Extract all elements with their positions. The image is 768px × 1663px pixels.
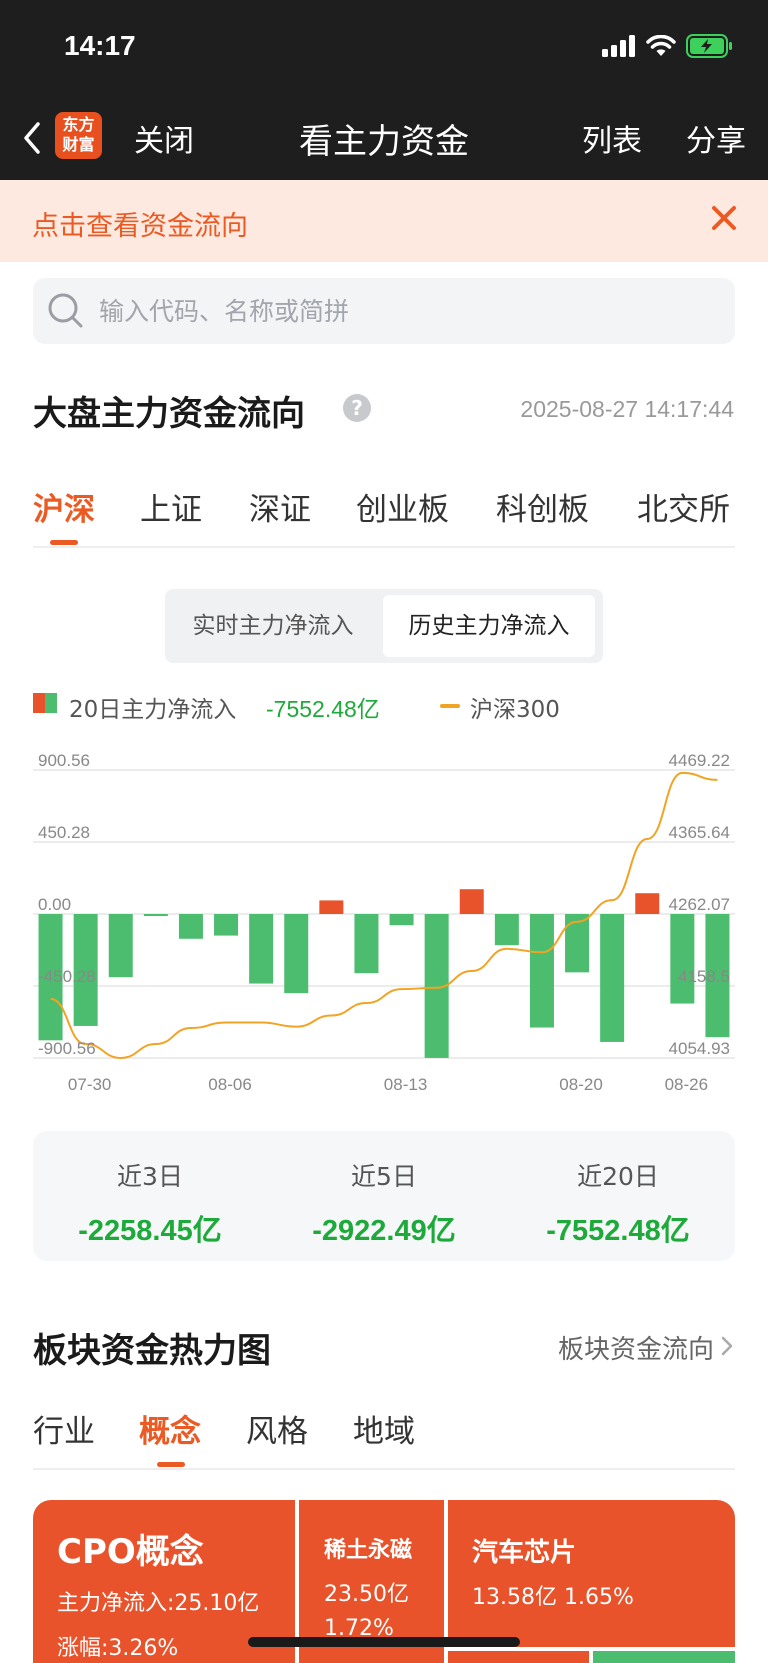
y-right-tick-label: 4054.93 [669,1039,730,1058]
y-left-tick-label: -900.56 [38,1039,96,1058]
flow-bar [354,914,379,974]
flow-bar [319,900,344,914]
tab-shenzheng[interactable]: 深证 [249,484,311,529]
flow-bar [108,914,133,978]
summary-5day-label: 近5日 [351,1162,417,1191]
flow-chart[interactable]: 900.56 450.28 0.00 -450.28 -900.56 4469.22 436… [0,740,768,1100]
flow-bar [284,914,309,994]
y-right-tick-label: 4365.64 [669,823,730,842]
tab-kechuangban[interactable]: 科创板 [496,484,589,529]
flow-summary: 近3日 -2258.45亿 近5日 -2922.49亿 近20日 -7552.4… [33,1131,735,1261]
tab-industry[interactable]: 行业 [33,1406,95,1451]
tab-style[interactable]: 风格 [246,1406,308,1451]
home-indicator [248,1637,520,1647]
legend-series1-value: -7552.48亿 [266,696,380,722]
help-icon[interactable]: ? [343,394,371,422]
tile-net-inflow: 主力净流入:25.10亿 [57,1591,260,1616]
y-left-tick-label: 0.00 [38,895,71,914]
notice-banner[interactable]: 点击查看资金流向 [0,180,768,262]
heat-tab-active-indicator [157,1462,185,1467]
flow-bar [143,914,168,916]
heatmap-title: 板块资金热力图 [33,1331,271,1371]
tab-concept[interactable]: 概念 [139,1406,201,1451]
heatmap-tile-red-small[interactable] [448,1651,589,1663]
summary-3day: 近3日 -2258.45亿 [33,1131,267,1249]
chevron-right-icon[interactable] [720,1334,734,1358]
update-timestamp: 2025-08-27 14:17:44 [520,396,734,422]
legend-series1-label: 20日主力净流入 [69,697,237,723]
summary-20day: 近20日 -7552.48亿 [501,1131,735,1249]
y-right-tick-label: 4158.5 [678,967,730,986]
summary-3day-value: -2258.45亿 [78,1215,222,1247]
chart-legend: 20日主力净流入 -7552.48亿 沪深300 [33,690,735,723]
flow-bar [529,914,554,1028]
x-tick-label: 08-26 [665,1075,708,1094]
heatmap-tile-green-small[interactable] [593,1651,735,1663]
flow-bar [494,914,519,946]
tab-active-indicator [50,540,78,545]
nav-bar: 东方 财富 关闭 看主力资金 列表 分享 [0,96,768,180]
flow-bar [670,914,695,1004]
tab-region[interactable]: 地域 [353,1406,415,1451]
flow-mode-toggle: 实时主力净流入 历史主力净流入 [165,589,603,663]
legend-series2-label: 沪深300 [470,697,560,723]
tab-hushen[interactable]: 沪深 [33,484,95,529]
search-bar[interactable] [33,278,735,344]
history-flow-option[interactable]: 历史主力净流入 [383,595,595,657]
banner-close-icon[interactable] [708,202,740,234]
x-tick-label: 08-06 [208,1075,251,1094]
list-button[interactable]: 列表 [582,116,642,160]
tab-beijiaosuo[interactable]: 北交所 [637,484,730,529]
battery-icon [686,34,732,58]
market-tabs: 沪深 上证 深证 创业板 科创板 北交所 [33,478,735,548]
y-left-tick-label: 450.28 [38,823,90,842]
search-input[interactable] [99,278,699,344]
status-time: 14:17 [64,30,136,61]
main-flow-title: 大盘主力资金流向 [33,394,305,434]
banner-text[interactable]: 点击查看资金流向 [32,204,248,243]
summary-20day-label: 近20日 [577,1162,659,1191]
tab-chuangyeban[interactable]: 创业板 [356,484,449,529]
tile-name: CPO概念 [57,1532,204,1572]
search-icon [48,293,83,328]
summary-3day-label: 近3日 [117,1162,183,1191]
summary-20day-value: -7552.48亿 [546,1215,690,1247]
tile-change: 涨幅:3.26% [57,1636,179,1661]
summary-5day-value: -2922.49亿 [312,1215,456,1247]
legend-line-swatch [440,704,460,708]
status-icons [602,34,734,58]
heatmap-tile-auto-chip[interactable]: 汽车芯片 13.58亿 1.65% [448,1500,735,1647]
tile-net-inflow: 23.50亿 [324,1582,409,1607]
y-right-tick-label: 4469.22 [669,751,730,770]
flow-bar [249,914,274,984]
flow-bar [214,914,239,936]
legend-bar-swatch [33,693,57,713]
status-bar: 14:17 [0,0,768,96]
x-tick-label: 08-13 [384,1075,427,1094]
flow-bar [565,914,590,973]
y-left-tick-label: 900.56 [38,751,90,770]
sector-flow-link[interactable]: 板块资金流向 [558,1329,714,1366]
flow-bar [459,889,484,914]
tile-net-inflow: 13.58亿 1.65% [472,1585,634,1610]
flow-bar [635,893,660,914]
share-button[interactable]: 分享 [686,116,746,160]
summary-5day: 近5日 -2922.49亿 [267,1131,501,1249]
x-tick-label: 08-20 [559,1075,602,1094]
flow-bar [389,914,414,926]
tab-shangzheng[interactable]: 上证 [140,484,202,529]
y-right-tick-label: 4262.07 [669,895,730,914]
signal-icon [602,35,635,57]
wifi-icon [646,35,676,56]
tile-name: 汽车芯片 [472,1538,577,1568]
y-left-tick-label: -450.28 [38,967,96,986]
x-tick-label: 07-30 [68,1075,111,1094]
realtime-flow-option[interactable]: 实时主力净流入 [173,595,373,657]
tile-name: 稀土永磁 [324,1538,413,1563]
heatmap-tabs: 行业 概念 风格 地域 [33,1402,735,1470]
flow-bar [600,914,625,1042]
flow-bar [178,914,203,939]
page-title: 看主力资金 [299,122,469,162]
